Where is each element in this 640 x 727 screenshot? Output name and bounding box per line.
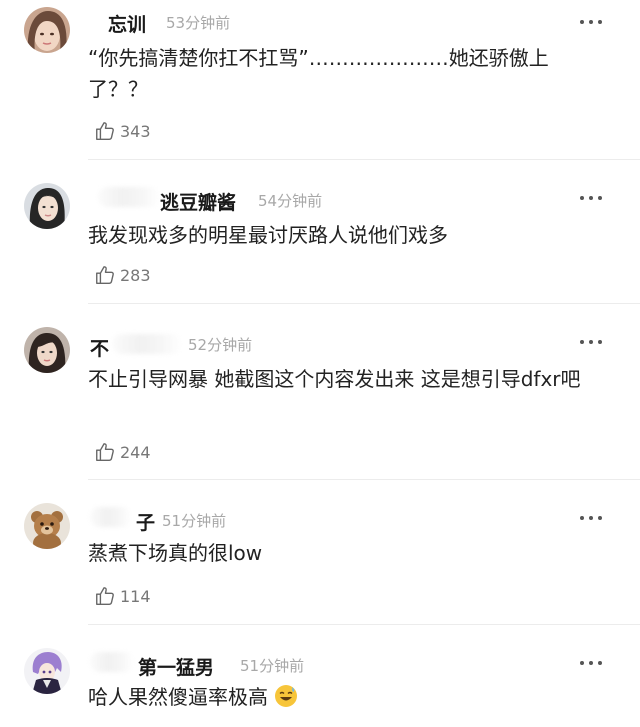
comment-list: 忘训 53分钟前 “你先搞清楚你扛不扛骂”…………………她还骄傲上了？？ 343… [0,0,640,727]
more-dots-icon[interactable] [580,659,604,667]
comment-text: “你先搞清楚你扛不扛骂”…………………她还骄傲上了？？ [88,46,549,101]
username[interactable]: 子 [136,508,155,535]
timestamp: 52分钟前 [188,336,253,354]
thumbs-up-icon [96,443,114,461]
comment-text: 哈人果然傻逼率极高 [88,682,608,713]
like-count: 244 [120,442,151,462]
avatar[interactable] [24,327,70,373]
like-count: 343 [120,121,151,141]
more-dots-icon[interactable] [580,514,604,522]
username[interactable]: 不 [90,334,109,361]
avatar[interactable] [24,503,70,549]
avatar[interactable] [24,183,70,229]
like-button[interactable]: 114 [94,584,151,608]
thumbs-up-icon [96,266,114,284]
username[interactable]: 逃豆瓣酱 [160,188,236,215]
comment-text: 不止引导网暴 她截图这个内容发出来 这是想引导dfxr吧 [88,367,581,391]
like-button[interactable]: 283 [94,263,151,287]
comment-item: 不 52分钟前 不止引导网暴 她截图这个内容发出来 这是想引导dfxr吧 244 [0,304,640,480]
like-button[interactable]: 343 [94,119,151,143]
comment-item: 逃豆瓣酱 54分钟前 我发现戏多的明星最讨厌路人说他们戏多 283 [0,160,640,304]
timestamp: 51分钟前 [240,657,305,675]
like-count: 283 [120,265,151,285]
avatar[interactable] [24,648,70,694]
redacted-name-part [98,187,160,207]
comment-item: 子 51分钟前 蒸煮下场真的很low 114 [0,480,640,625]
thumbs-up-icon [96,122,114,140]
timestamp: 53分钟前 [166,14,231,32]
comment-item: 第一猛男 51分钟前 哈人果然傻逼率极高 [0,625,640,727]
sweat-smile-emoji [275,685,298,707]
comment-item: 忘训 53分钟前 “你先搞清楚你扛不扛骂”…………………她还骄傲上了？？ 343 [0,0,640,160]
more-dots-icon[interactable] [580,18,604,26]
redacted-name-part [90,507,132,527]
like-count: 114 [120,586,151,606]
username[interactable]: 忘训 [108,10,146,37]
more-dots-icon[interactable] [580,194,604,202]
comment-text: 蒸煮下场真的很low [88,541,263,565]
like-button[interactable]: 244 [94,440,151,464]
comment-text-content: 哈人果然傻逼率极高 [88,685,268,709]
redacted-name-part [90,652,134,672]
avatar[interactable] [24,7,70,53]
comment-text: 我发现戏多的明星最讨厌路人说他们戏多 [88,223,448,247]
username[interactable]: 第一猛男 [138,653,214,680]
timestamp: 54分钟前 [258,192,323,210]
redacted-name-part [112,334,182,354]
timestamp: 51分钟前 [162,512,227,530]
more-dots-icon[interactable] [580,338,604,346]
thumbs-up-icon [96,587,114,605]
